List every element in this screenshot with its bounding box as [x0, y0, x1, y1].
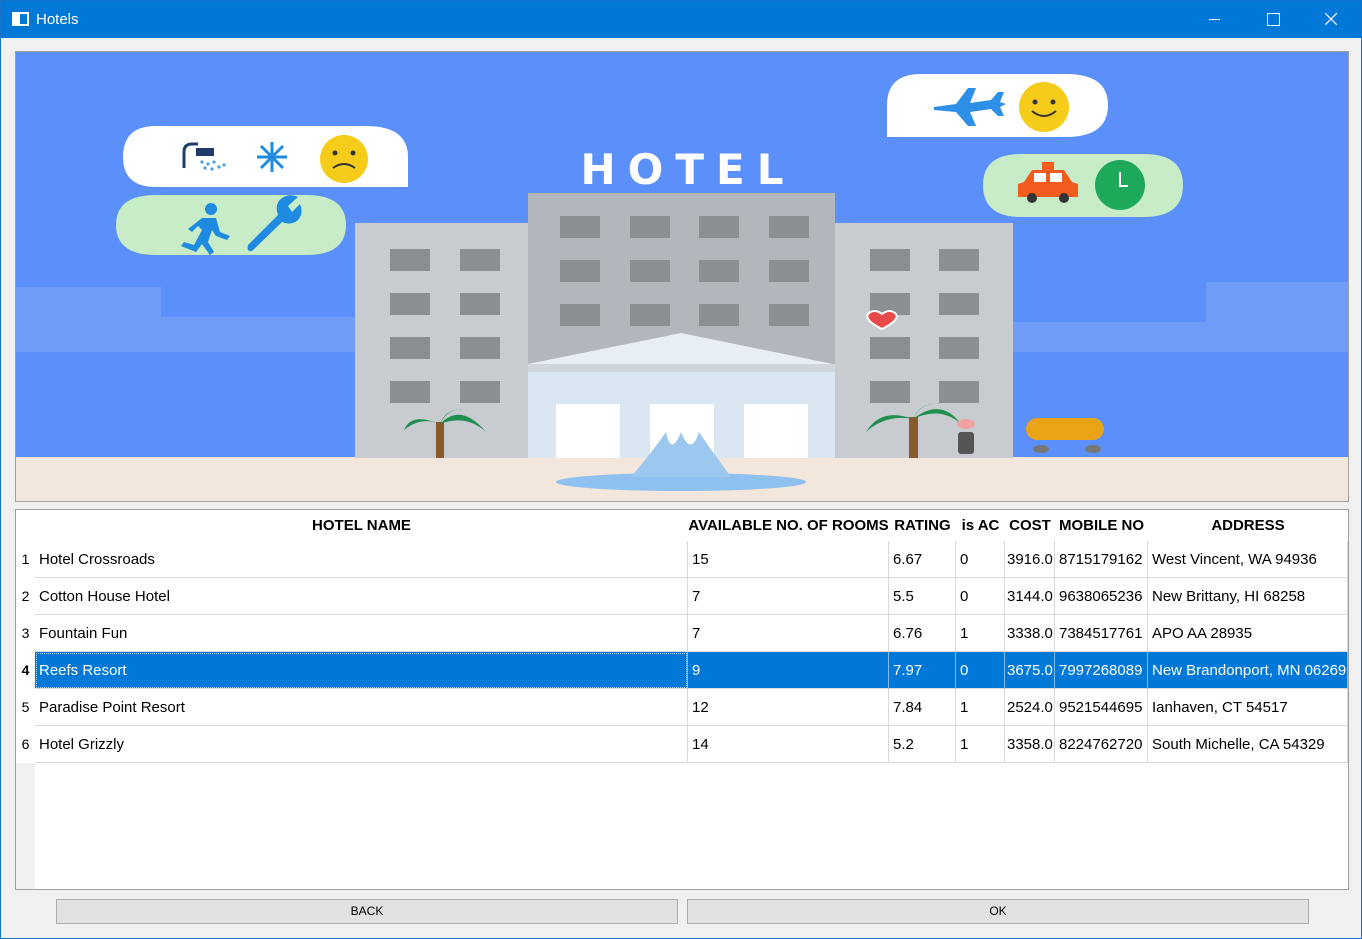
cell-is-ac[interactable]: 1 — [956, 615, 1005, 652]
hotels-window: Hotels HOTEL HOTEL NAME AVAILABLE NO. OF… — [0, 0, 1362, 939]
cell-mobile-no[interactable]: 9638065236 — [1055, 578, 1148, 615]
table-row[interactable]: 3 Fountain Fun 7 6.76 1 3338.0 738451776… — [16, 615, 1348, 652]
cell-mobile-no[interactable]: 8715179162 — [1055, 541, 1148, 578]
cell-mobile-no[interactable]: 7384517761 — [1055, 615, 1148, 652]
close-button[interactable] — [1302, 1, 1360, 38]
cell-rating[interactable]: 6.76 — [889, 615, 956, 652]
cell-cost[interactable]: 3338.0 — [1005, 615, 1055, 652]
hotel-illustration: HOTEL — [16, 52, 1348, 501]
smiley-face-icon — [1019, 82, 1069, 132]
cell-cost[interactable]: 3916.0 — [1005, 541, 1055, 578]
hotel-banner-image: HOTEL — [15, 51, 1349, 502]
cell-hotel-name[interactable]: Hotel Crossroads — [35, 541, 688, 578]
cell-rating[interactable]: 7.97 — [889, 652, 956, 689]
cell-mobile-no[interactable]: 8224762720 — [1055, 726, 1148, 763]
column-header-hotel-name[interactable]: HOTEL NAME — [35, 510, 688, 541]
cell-available-rooms[interactable]: 7 — [688, 615, 889, 652]
cell-mobile-no[interactable]: 9521544695 — [1055, 689, 1148, 726]
row-header[interactable]: 3 — [16, 615, 35, 652]
cell-is-ac[interactable]: 0 — [956, 652, 1005, 689]
cell-hotel-name[interactable]: Paradise Point Resort — [35, 689, 688, 726]
cell-address[interactable]: South Michelle, CA 54329 — [1148, 726, 1348, 763]
cell-is-ac[interactable]: 1 — [956, 689, 1005, 726]
column-header-available-rooms[interactable]: AVAILABLE NO. OF ROOMS — [688, 510, 889, 541]
cell-cost[interactable]: 3144.0 — [1005, 578, 1055, 615]
cell-available-rooms[interactable]: 15 — [688, 541, 889, 578]
ok-button[interactable]: OK — [687, 899, 1309, 924]
cell-hotel-name[interactable]: Reefs Resort — [35, 652, 688, 689]
column-header-rating[interactable]: RATING — [889, 510, 956, 541]
row-header[interactable]: 2 — [16, 578, 35, 615]
cell-rating[interactable]: 5.2 — [889, 726, 956, 763]
table-corner[interactable] — [16, 510, 35, 541]
cell-is-ac[interactable]: 0 — [956, 541, 1005, 578]
cell-address[interactable]: Ianhaven, CT 54517 — [1148, 689, 1348, 726]
row-header[interactable]: 6 — [16, 726, 35, 763]
column-header-is-ac[interactable]: is AC — [956, 510, 1005, 541]
table-row[interactable]: 5 Paradise Point Resort 12 7.84 1 2524.0… — [16, 689, 1348, 726]
table-row[interactable]: 2 Cotton House Hotel 7 5.5 0 3144.0 9638… — [16, 578, 1348, 615]
table-row[interactable]: 1 Hotel Crossroads 15 6.67 0 3916.0 8715… — [16, 541, 1348, 578]
app-icon — [12, 12, 29, 26]
cell-available-rooms[interactable]: 12 — [688, 689, 889, 726]
clock-icon — [1095, 160, 1145, 210]
cell-address[interactable]: APO AA 28935 — [1148, 615, 1348, 652]
table-row[interactable]: 6 Hotel Grizzly 14 5.2 1 3358.0 82247627… — [16, 726, 1348, 763]
row-header[interactable]: 1 — [16, 541, 35, 578]
maximize-button[interactable] — [1244, 1, 1302, 38]
minimize-button[interactable] — [1186, 1, 1244, 38]
cell-is-ac[interactable]: 0 — [956, 578, 1005, 615]
cell-is-ac[interactable]: 1 — [956, 726, 1005, 763]
cell-cost[interactable]: 3675.0 — [1005, 652, 1055, 689]
cell-address[interactable]: New Brandonport, MN 06269 — [1148, 652, 1348, 689]
cell-rating[interactable]: 7.84 — [889, 689, 956, 726]
title-bar[interactable]: Hotels — [1, 1, 1361, 38]
window-title: Hotels — [36, 11, 79, 28]
cell-hotel-name[interactable]: Cotton House Hotel — [35, 578, 688, 615]
cell-available-rooms[interactable]: 14 — [688, 726, 889, 763]
row-header[interactable]: 4 — [16, 652, 35, 689]
column-header-cost[interactable]: COST — [1005, 510, 1055, 541]
cell-rating[interactable]: 5.5 — [889, 578, 956, 615]
close-icon — [1325, 13, 1337, 25]
table-row-selected[interactable]: 4 Reefs Resort 9 7.97 0 3675.0 799726808… — [16, 652, 1348, 689]
cell-cost[interactable]: 3358.0 — [1005, 726, 1055, 763]
cell-hotel-name[interactable]: Hotel Grizzly — [35, 726, 688, 763]
sad-face-icon — [320, 135, 368, 183]
cell-rating[interactable]: 6.67 — [889, 541, 956, 578]
cell-address[interactable]: New Brittany, HI 68258 — [1148, 578, 1348, 615]
column-header-address[interactable]: ADDRESS — [1148, 510, 1348, 541]
back-button[interactable]: BACK — [56, 899, 678, 924]
cell-available-rooms[interactable]: 7 — [688, 578, 889, 615]
row-header[interactable]: 5 — [16, 689, 35, 726]
column-header-mobile-no[interactable]: MOBILE NO — [1055, 510, 1148, 541]
cell-hotel-name[interactable]: Fountain Fun — [35, 615, 688, 652]
hotels-table[interactable]: HOTEL NAME AVAILABLE NO. OF ROOMS RATING… — [15, 509, 1349, 890]
cell-address[interactable]: West Vincent, WA 94936 — [1148, 541, 1348, 578]
cell-mobile-no[interactable]: 7997268089 — [1055, 652, 1148, 689]
cell-available-rooms[interactable]: 9 — [688, 652, 889, 689]
hotel-sign-text: HOTEL — [581, 145, 796, 194]
cell-cost[interactable]: 2524.0 — [1005, 689, 1055, 726]
snowflake-icon — [257, 142, 287, 172]
